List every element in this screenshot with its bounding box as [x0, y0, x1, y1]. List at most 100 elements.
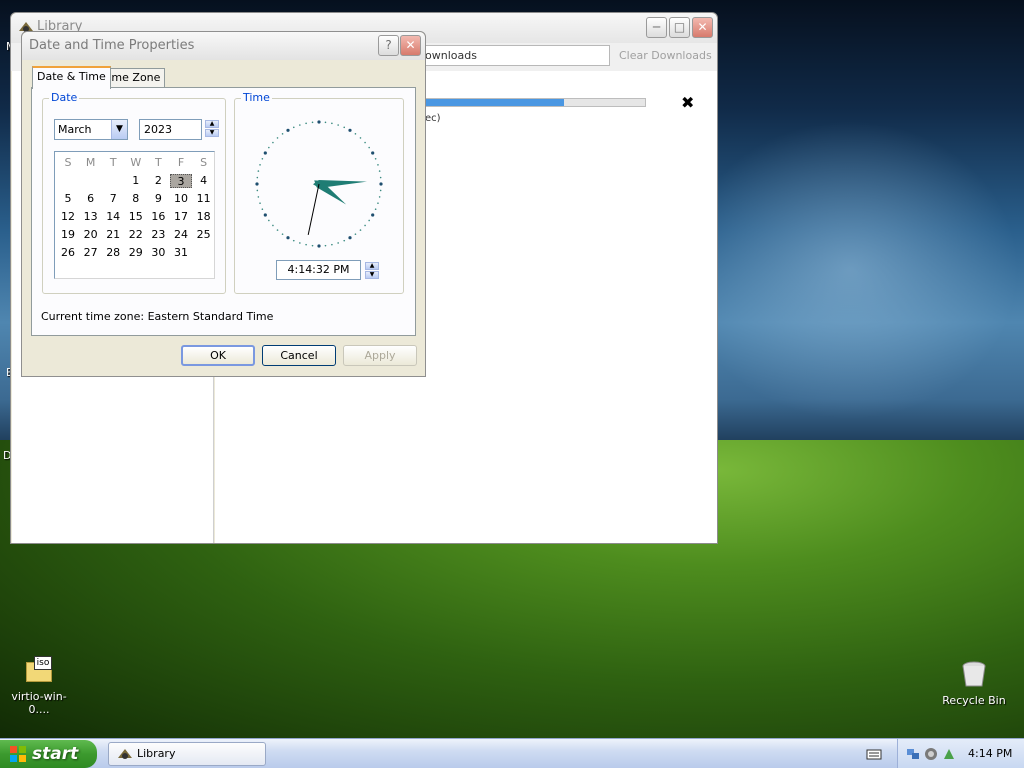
clock-minute-mark — [292, 239, 295, 242]
update-icon[interactable] — [942, 747, 956, 761]
chevron-down-icon[interactable]: ▼ — [111, 120, 127, 139]
calendar-day[interactable]: 27 — [80, 246, 102, 260]
calendar-day[interactable]: 2 — [147, 174, 169, 188]
calendar-day[interactable]: 19 — [57, 228, 79, 242]
clock-hour-mark — [348, 236, 352, 240]
calendar-day[interactable]: 21 — [102, 228, 124, 242]
security-shield-icon[interactable] — [924, 747, 938, 761]
calendar-day[interactable]: 29 — [125, 246, 147, 260]
calendar-day[interactable]: 3 — [170, 174, 192, 188]
network-icon[interactable] — [906, 747, 920, 761]
clock-second-hand — [307, 183, 320, 235]
clock-minute-mark — [378, 170, 381, 172]
calendar-day[interactable]: 30 — [147, 246, 169, 260]
time-group-label: Time — [241, 91, 272, 104]
clock-minute-mark — [354, 233, 357, 235]
calendar-day[interactable]: 22 — [125, 228, 147, 242]
year-spinner[interactable]: ▲ ▼ — [205, 120, 219, 137]
start-button[interactable]: start — [0, 740, 97, 768]
calendar-week-row: 26 27 28 29 30 31 — [57, 244, 215, 262]
calendar-day[interactable]: 18 — [193, 210, 215, 224]
calendar-day[interactable]: 1 — [125, 174, 147, 188]
clock-minute-mark — [374, 157, 377, 160]
clock-minute-mark — [261, 157, 264, 160]
calendar-day — [80, 174, 102, 188]
spin-up-icon[interactable]: ▲ — [365, 262, 379, 270]
library-search-input[interactable]: ownloads — [421, 45, 610, 66]
time-spinner[interactable]: ▲ ▼ — [365, 262, 379, 279]
clock-hour-mark — [317, 244, 321, 248]
taskbar-item-library[interactable]: Library — [108, 742, 266, 766]
windows-logo-icon — [10, 746, 26, 762]
spin-up-icon[interactable]: ▲ — [205, 120, 219, 128]
clock-minute-mark — [337, 242, 339, 244]
calendar-day[interactable]: 4 — [193, 174, 215, 188]
clock-minute-mark — [374, 208, 377, 211]
month-select[interactable]: March ▼ — [54, 119, 128, 140]
tab-date-time[interactable]: Date & Time — [32, 66, 111, 89]
help-button[interactable]: ? — [378, 35, 399, 56]
spin-down-icon[interactable]: ▼ — [205, 129, 219, 137]
clock-hour-mark — [317, 120, 321, 124]
clock-minute-mark — [364, 224, 366, 227]
desktop-icon-iso[interactable]: iso virtio-win-0.... — [2, 656, 76, 716]
calendar-day[interactable]: 31 — [170, 246, 192, 260]
calendar-day[interactable]: 6 — [80, 192, 102, 206]
clear-downloads-button[interactable]: Clear Downloads — [619, 49, 712, 62]
calendar-day[interactable]: 15 — [125, 210, 147, 224]
clock-minute-mark — [256, 189, 259, 192]
cancel-download-icon[interactable]: ✖ — [681, 93, 694, 112]
calendar-day[interactable]: 16 — [147, 210, 169, 224]
calendar-day[interactable]: 17 — [170, 210, 192, 224]
ok-button[interactable]: OK — [181, 345, 255, 366]
calendar-day[interactable]: 8 — [125, 192, 147, 206]
tray-clock[interactable]: 4:14 PM — [968, 747, 1012, 760]
calendar-day[interactable]: 26 — [57, 246, 79, 260]
calendar-week-row: 19 20 21 22 23 24 25 — [57, 226, 215, 244]
calendar-day[interactable]: 28 — [102, 246, 124, 260]
clock-minute-mark — [368, 146, 370, 149]
dialog-close-button[interactable]: ✕ — [400, 35, 421, 56]
clock-minute-hand — [313, 180, 367, 188]
calendar-day[interactable]: 5 — [57, 192, 79, 206]
calendar-day[interactable]: 11 — [193, 192, 215, 206]
keyboard-icon[interactable] — [866, 747, 882, 761]
calendar-day[interactable]: 7 — [102, 192, 124, 206]
iso-badge: iso — [34, 656, 52, 670]
calendar-day[interactable]: 13 — [80, 210, 102, 224]
calendar-day[interactable]: 23 — [147, 228, 169, 242]
clock-minute-mark — [268, 146, 270, 149]
clock-hour-mark — [263, 151, 267, 155]
calendar-day[interactable]: 25 — [193, 228, 215, 242]
date-group: Date March ▼ 2023 ▲ ▼ S M T W T F S 1 2 3 4 5 6 7 8 9 10… — [42, 91, 226, 294]
calendar-day[interactable]: 10 — [170, 192, 192, 206]
weekday-label: T — [109, 156, 117, 169]
calendar-day[interactable]: 14 — [102, 210, 124, 224]
clock-minute-mark — [272, 141, 274, 144]
minimize-button[interactable]: ─ — [646, 17, 667, 38]
dialog-title-bar[interactable]: Date and Time Properties ? ✕ — [22, 32, 425, 60]
clock-minute-mark — [379, 176, 382, 179]
month-calendar[interactable]: S M T W T F S 1 2 3 4 5 6 7 8 9 10 11 12 13 14 15 16 17 18 19 20 21… — [54, 151, 215, 279]
download-progress-bar — [424, 98, 646, 107]
start-label: start — [32, 744, 79, 764]
calendar-day[interactable]: 9 — [147, 192, 169, 206]
clock-minute-mark — [257, 196, 260, 198]
spin-down-icon[interactable]: ▼ — [365, 271, 379, 279]
analog-clock — [255, 120, 383, 248]
apply-button[interactable]: Apply — [343, 345, 417, 366]
cancel-button[interactable]: Cancel — [262, 345, 336, 366]
recycle-bin-icon — [962, 661, 986, 687]
year-input[interactable]: 2023 — [139, 119, 202, 140]
calendar-day[interactable]: 24 — [170, 228, 192, 242]
close-button[interactable]: ✕ — [692, 17, 713, 38]
weekday-label: S — [64, 156, 72, 169]
desktop-icon-recycle-bin[interactable]: Recycle Bin — [940, 660, 1008, 707]
time-input[interactable]: 4:14:32 PM — [276, 260, 361, 280]
maximize-button[interactable]: □ — [669, 17, 690, 38]
clock-minute-mark — [259, 202, 261, 204]
calendar-day[interactable]: 20 — [80, 228, 102, 242]
calendar-day[interactable]: 12 — [57, 210, 79, 224]
download-status-text: ec) — [425, 113, 441, 124]
clock-minute-mark — [257, 170, 260, 172]
